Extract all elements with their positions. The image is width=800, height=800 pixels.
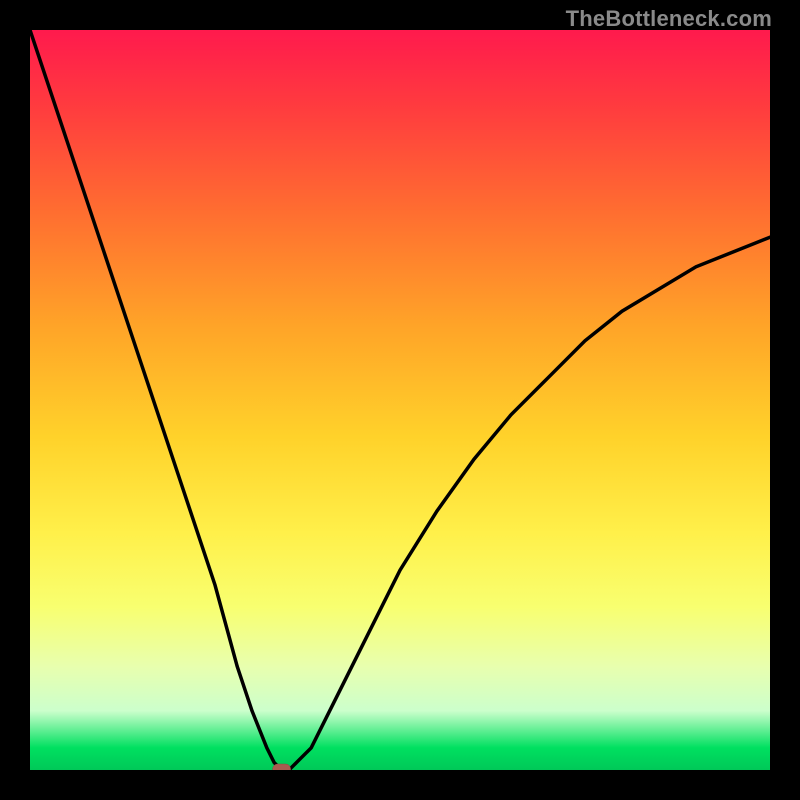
- chart-frame: TheBottleneck.com: [0, 0, 800, 800]
- minimum-marker: [273, 764, 291, 770]
- plot-area: [30, 30, 770, 770]
- attribution-label: TheBottleneck.com: [566, 6, 772, 32]
- chart-svg: [30, 30, 770, 770]
- bottleneck-curve: [30, 30, 770, 770]
